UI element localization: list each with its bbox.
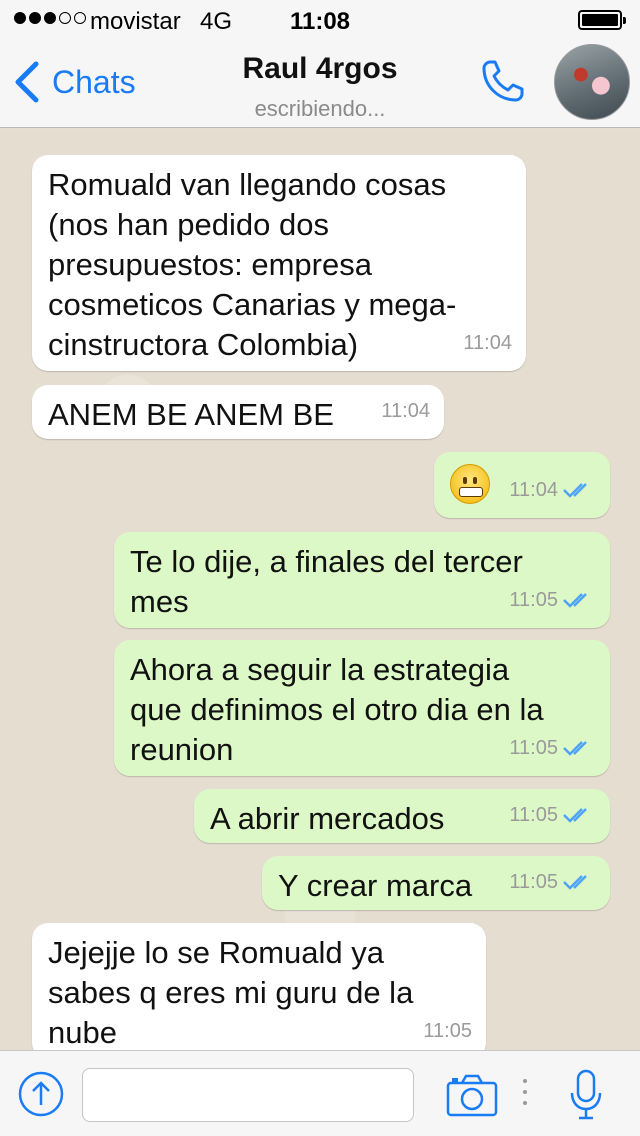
grimacing-face-emoji (450, 464, 490, 504)
status-time: 11:08 (289, 8, 351, 35)
message-time: 11:04 (463, 332, 512, 354)
read-ticks-icon (563, 741, 587, 756)
message-input[interactable] (82, 1068, 414, 1122)
message-bubble-incoming[interactable]: ANEM BE ANEM BE 11:04 (32, 385, 444, 439)
contact-status: escribiendo... (254, 96, 386, 121)
chat-header: Chats Raul 4rgos escribiendo... (0, 40, 640, 128)
message-time: 11:05 (509, 589, 558, 611)
message-time: 11:05 (509, 871, 558, 893)
message-text: ANEM BE ANEM BE (48, 397, 334, 432)
message-time: 11:04 (381, 400, 430, 422)
message-compose-bar (0, 1050, 640, 1136)
battery-icon (578, 10, 626, 30)
message-text: Jejejje lo se Romuald ya sabes q eres mi… (48, 935, 414, 1050)
more-dots-icon (523, 1079, 527, 1105)
read-ticks-icon (563, 483, 587, 498)
message-time: 11:05 (423, 1020, 472, 1042)
read-ticks-icon (563, 808, 587, 823)
message-bubble-outgoing[interactable]: Te lo dije, a finales del tercer mes 11:… (114, 532, 610, 628)
message-time: 11:05 (509, 737, 558, 759)
message-bubble-outgoing[interactable]: A abrir mercados 11:05 (194, 789, 610, 843)
read-ticks-icon (563, 875, 587, 890)
message-bubble-outgoing[interactable]: 11:04 (434, 452, 610, 518)
status-bar: movistar 4G 11:08 (0, 0, 640, 40)
camera-icon[interactable] (446, 1073, 498, 1117)
message-bubble-outgoing[interactable]: Y crear marca 11:05 (262, 856, 610, 910)
share-upload-icon[interactable] (18, 1071, 64, 1117)
microphone-icon[interactable] (568, 1069, 604, 1121)
phone-icon[interactable] (478, 56, 528, 106)
message-list[interactable]: Romuald van llegando cosas (nos han pedi… (0, 129, 640, 1050)
contact-avatar[interactable] (554, 44, 630, 120)
message-bubble-incoming[interactable]: Jejejje lo se Romuald ya sabes q eres mi… (32, 923, 486, 1050)
read-ticks-icon (563, 593, 587, 608)
message-time: 11:04 (509, 479, 558, 501)
contact-name[interactable]: Raul 4rgos (0, 52, 640, 86)
message-bubble-outgoing[interactable]: Ahora a seguir la estrategia que definim… (114, 640, 610, 776)
message-text: Romuald van llegando cosas (nos han pedi… (48, 167, 457, 362)
message-bubble-incoming[interactable]: Romuald van llegando cosas (nos han pedi… (32, 155, 526, 371)
message-time: 11:05 (509, 804, 558, 826)
